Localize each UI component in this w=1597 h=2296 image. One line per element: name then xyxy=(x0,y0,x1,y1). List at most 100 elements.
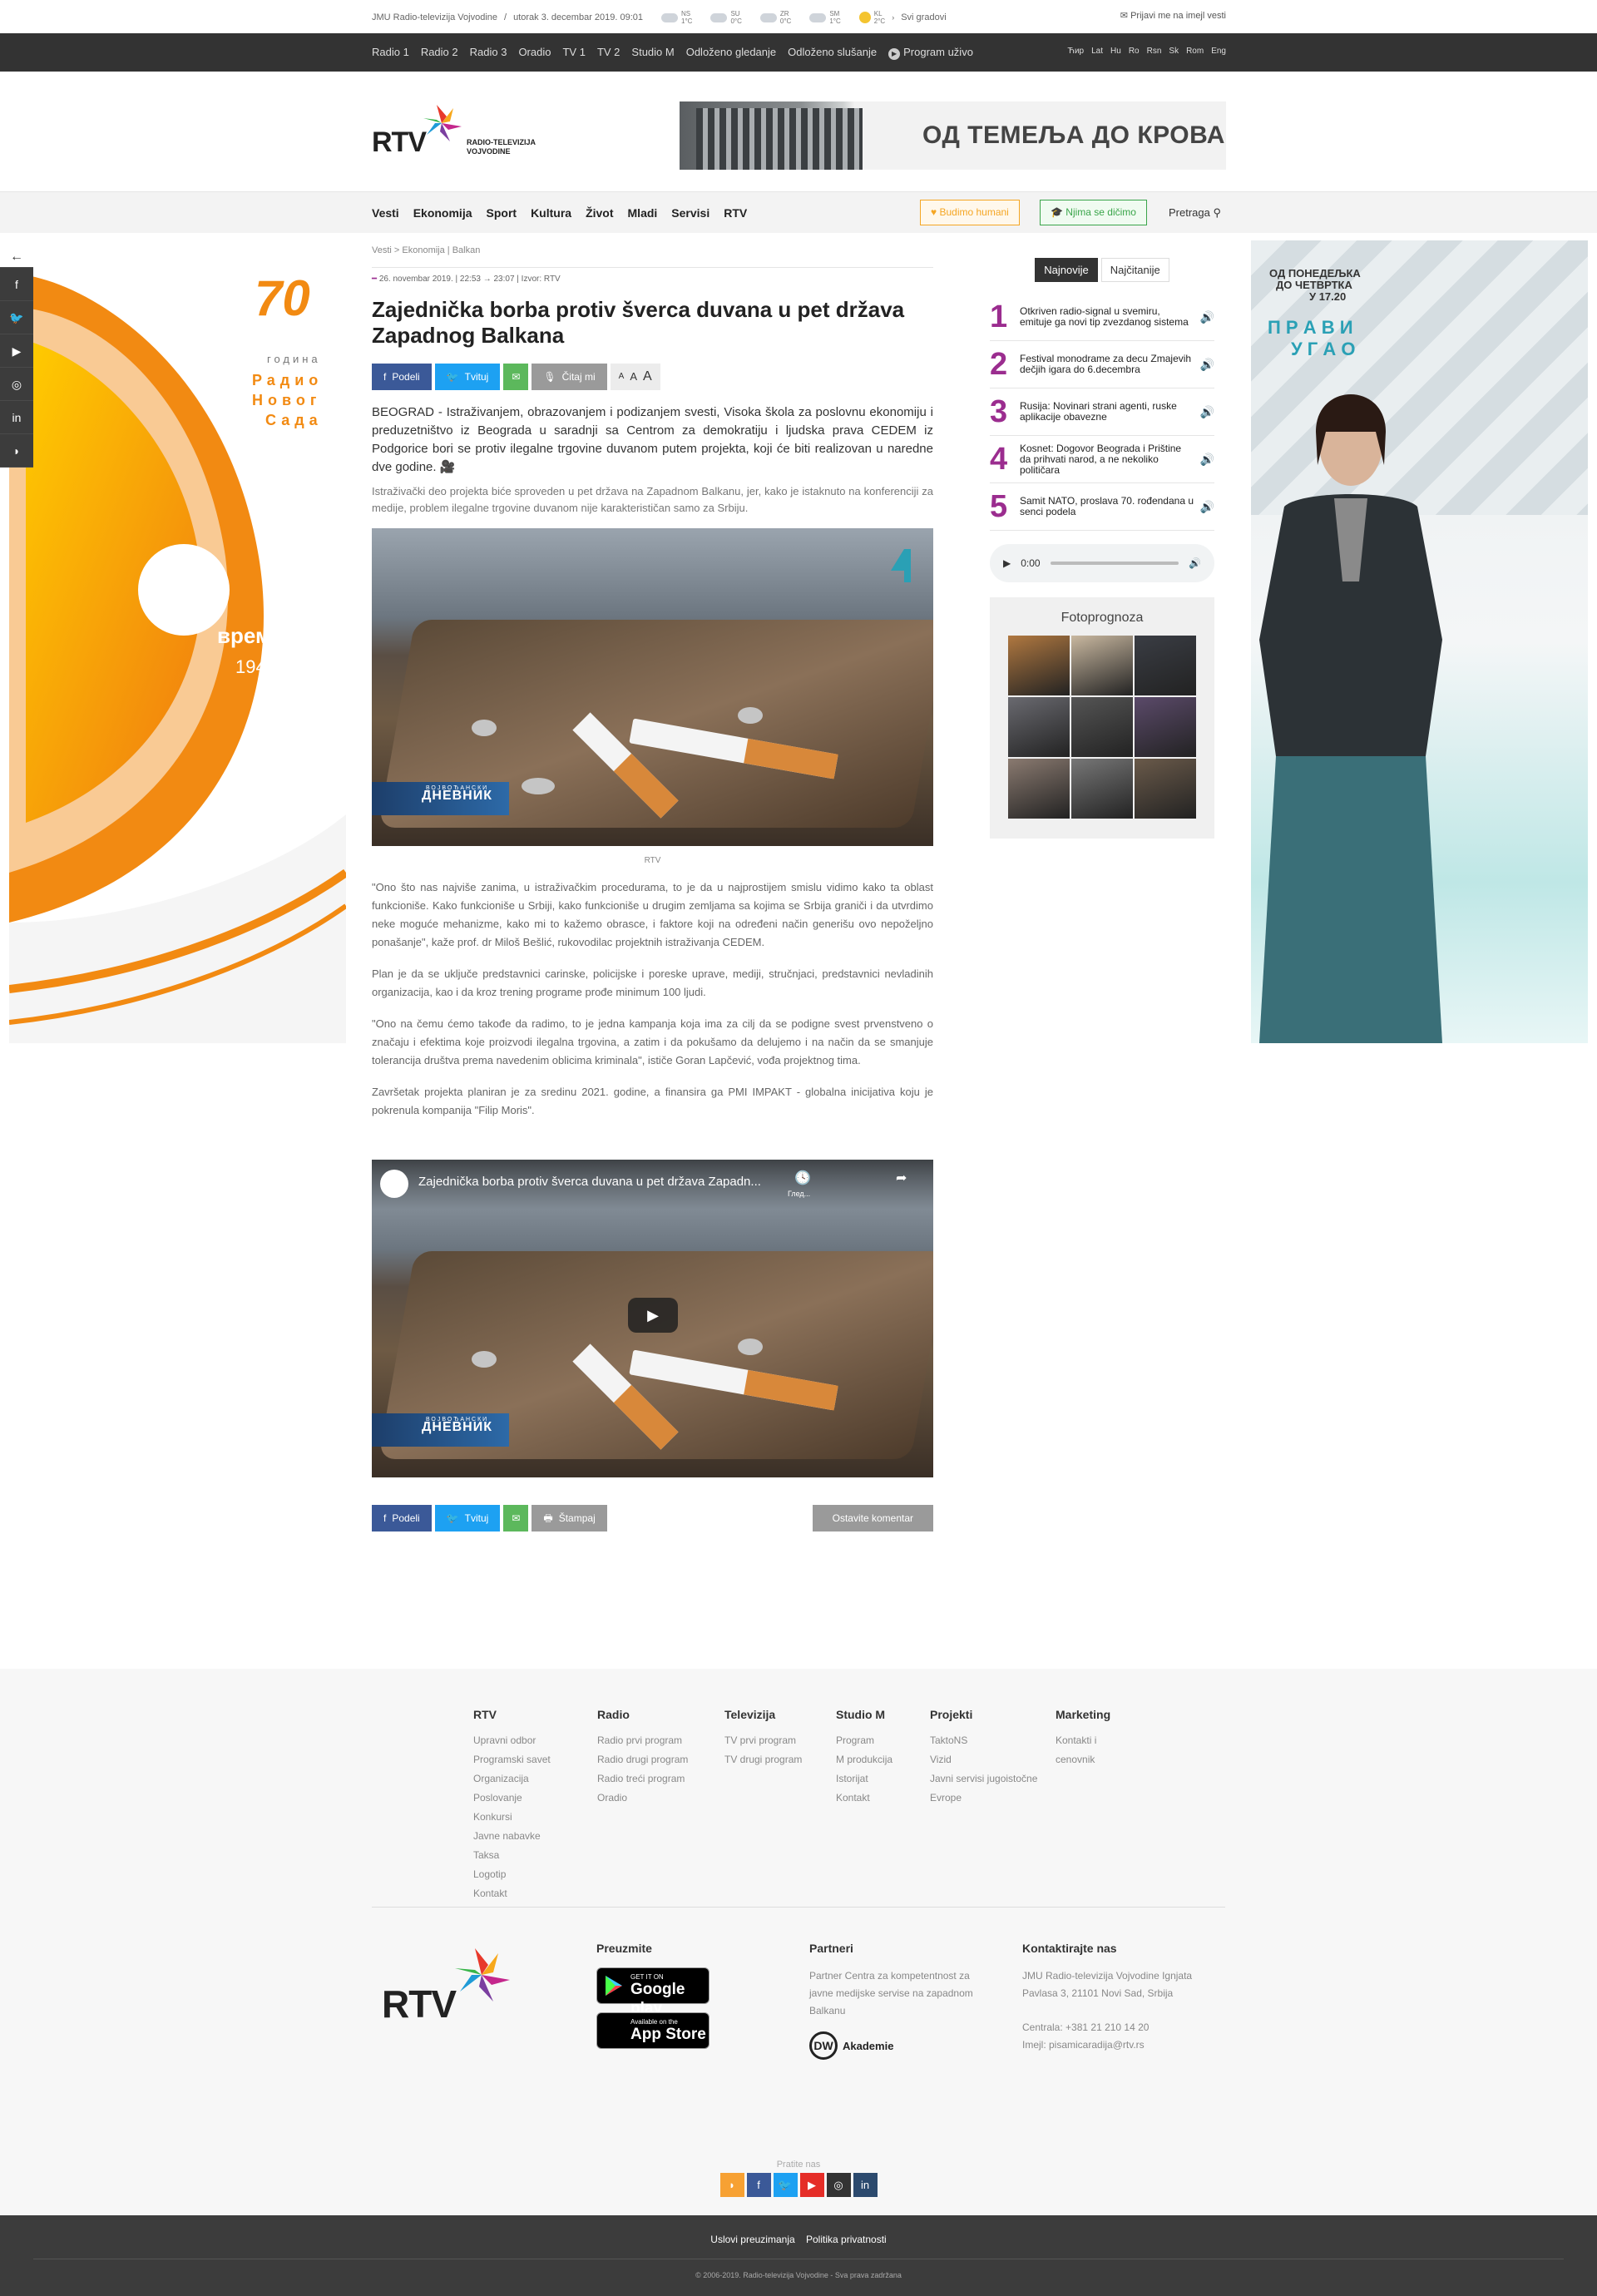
list-item[interactable]: 4 Kosnet: Dogovor Beograda i Prištine da … xyxy=(990,436,1214,483)
footer-link[interactable]: Istorijat xyxy=(836,1769,892,1789)
footer-link[interactable]: Radio prvi program xyxy=(597,1731,688,1750)
weather-ns[interactable]: NS 1°C xyxy=(661,10,692,25)
dw-akademie-logo[interactable]: DW Akademie xyxy=(809,2031,984,2060)
channel-avatar[interactable] xyxy=(380,1170,408,1198)
footer-link[interactable]: Program xyxy=(836,1731,892,1750)
footer-link[interactable]: Evrope xyxy=(930,1789,1037,1808)
facebook-share-button[interactable]: f Podeli xyxy=(372,364,432,390)
lang-sk[interactable]: Sk xyxy=(1169,47,1179,56)
footer-link[interactable]: Radio treći program xyxy=(597,1769,688,1789)
footer-link[interactable]: Radio drugi program xyxy=(597,1750,688,1769)
play-icon[interactable]: ▶ xyxy=(1003,557,1011,569)
lang-cyrillic[interactable]: Ћир xyxy=(1067,47,1084,56)
twitter-icon[interactable]: 🐦 xyxy=(0,301,33,334)
breadcrumb[interactable]: Vesti > Ekonomija | Balkan xyxy=(372,245,933,255)
footer-link[interactable]: Taksa xyxy=(473,1846,551,1865)
leave-comment-button[interactable]: Ostavite komentar xyxy=(812,1505,933,1531)
audio-progress-bar[interactable] xyxy=(1050,562,1179,565)
google-play-badge[interactable]: GET IT ON Google play xyxy=(596,1967,710,2017)
menu-mladi[interactable]: Mladi xyxy=(628,206,658,220)
footer-link[interactable]: cenovnik xyxy=(1056,1750,1110,1769)
speaker-icon[interactable]: 🔊 xyxy=(1194,453,1214,467)
print-button[interactable]: 🖶 Štampaj xyxy=(532,1505,607,1531)
email-share-button[interactable]: ✉ xyxy=(503,364,529,390)
lang-rsn[interactable]: Rsn xyxy=(1147,47,1162,56)
footer-link[interactable]: TV prvi program xyxy=(724,1731,802,1750)
menu-kultura[interactable]: Kultura xyxy=(531,206,571,220)
header-banner-ad[interactable]: ОД ТЕМЕЉА ДО КРОВА xyxy=(680,101,1226,170)
lang-ro[interactable]: Ro xyxy=(1129,47,1140,56)
menu-rtv[interactable]: RTV xyxy=(724,206,747,220)
facebook-icon[interactable]: f xyxy=(746,2173,771,2197)
contact-email[interactable]: Imejl: pisamicaradija@rtv.rs xyxy=(1022,2036,1205,2054)
weather-photo-thumbnail[interactable] xyxy=(1008,697,1070,757)
footer-link[interactable]: Javni servisi jugoistočne xyxy=(930,1769,1037,1789)
email-news-signup[interactable]: ✉ Prijavi me na imejl vesti xyxy=(1120,10,1226,21)
font-large[interactable]: A xyxy=(643,364,652,390)
list-item[interactable]: 5 Samit NATO, proslava 70. rođendana u se… xyxy=(990,483,1214,531)
read-aloud-button[interactable]: 🎙 Čitaj mi xyxy=(532,364,607,390)
menu-vesti[interactable]: Vesti xyxy=(372,206,399,220)
weather-photo-thumbnail[interactable] xyxy=(1071,636,1133,695)
footer-rtv-logo[interactable]: RTV xyxy=(382,1942,523,2026)
video-title[interactable]: Zajednička borba protiv šverca duvana u … xyxy=(372,1160,933,1210)
footer-link[interactable]: Oradio xyxy=(597,1789,688,1808)
twitter-share-button[interactable]: 🐦 Tvituj xyxy=(434,1505,501,1531)
menu-sport[interactable]: Sport xyxy=(487,206,517,220)
list-item[interactable]: 3 Rusija: Novinari strani agenti, ruske a… xyxy=(990,388,1214,436)
footer-link[interactable]: Organizacija xyxy=(473,1769,551,1789)
instagram-icon[interactable]: ◎ xyxy=(826,2173,851,2197)
lang-latin[interactable]: Lat xyxy=(1091,47,1103,56)
youtube-icon[interactable]: ▶ xyxy=(799,2173,824,2197)
youtube-video-player[interactable]: ВОЈВОЂАНСКИ ДНЕВНИК Zajednička borba prot… xyxy=(372,1160,933,1477)
nav-radio-3[interactable]: Radio 3 xyxy=(470,46,507,60)
youtube-icon[interactable]: ▶ xyxy=(0,334,33,368)
share-icon[interactable]: ➦ xyxy=(896,1170,907,1186)
weather-photo-thumbnail[interactable] xyxy=(1008,759,1070,819)
lang-hu[interactable]: Hu xyxy=(1110,47,1121,56)
footer-link[interactable]: TV drugi program xyxy=(724,1750,802,1769)
back-arrow-icon[interactable]: ← xyxy=(0,246,33,268)
footer-link[interactable]: Logotip xyxy=(473,1865,551,1884)
privacy-link[interactable]: Politika privatnosti xyxy=(806,2234,887,2245)
volume-icon[interactable]: 🔊 xyxy=(1189,557,1201,569)
speaker-icon[interactable]: 🔊 xyxy=(1194,358,1214,372)
rss-icon[interactable]: ◗ xyxy=(719,2173,744,2197)
footer-link[interactable]: Programski savet xyxy=(473,1750,551,1769)
weather-photo-thumbnail[interactable] xyxy=(1008,636,1070,695)
rtv-logo[interactable]: RTV RADIO-TELEVIZIJA VOJVODINE xyxy=(372,105,546,163)
speaker-icon[interactable]: 🔊 xyxy=(1194,500,1214,514)
footer-link[interactable]: Konkursi xyxy=(473,1808,551,1827)
lang-rom[interactable]: Rom xyxy=(1186,47,1204,56)
twitter-icon[interactable]: 🐦 xyxy=(773,2173,798,2197)
twitter-share-button[interactable]: 🐦 Tvituj xyxy=(434,364,501,390)
list-item[interactable]: 2 Festival monodrame za decu Zmajevih deč… xyxy=(990,341,1214,388)
nav-delayed-listening[interactable]: Odloženo slušanje xyxy=(788,46,877,60)
menu-ekonomija[interactable]: Ekonomija xyxy=(413,206,472,220)
search-button[interactable]: Pretraga ⚲ xyxy=(1169,206,1221,220)
footer-link[interactable]: M produkcija xyxy=(836,1750,892,1769)
nav-tv-2[interactable]: TV 2 xyxy=(597,46,620,60)
nav-tv-1[interactable]: TV 1 xyxy=(562,46,585,60)
nav-oradio[interactable]: Oradio xyxy=(518,46,551,60)
left-side-ad[interactable]: 70 година Радио Новог Сада Звук времена … xyxy=(9,240,346,1043)
tab-najcitanije[interactable]: Najčitanije xyxy=(1100,258,1169,282)
nav-live-program[interactable]: ▶ Program uživo xyxy=(888,46,973,60)
speaker-icon[interactable]: 🔊 xyxy=(1194,405,1214,419)
font-medium[interactable]: A xyxy=(630,364,637,390)
instagram-icon[interactable]: ◎ xyxy=(0,368,33,401)
linkedin-icon[interactable]: in xyxy=(853,2173,878,2197)
footer-link[interactable]: Kontakti i xyxy=(1056,1731,1110,1750)
weather-photo-thumbnail[interactable] xyxy=(1135,697,1196,757)
footer-link[interactable]: Kontakt xyxy=(836,1789,892,1808)
weather-photo-thumbnail[interactable] xyxy=(1071,759,1133,819)
article-photo[interactable]: ВОЈВОЂАНСКИ ДНЕВНИК xyxy=(372,528,933,846)
nav-delayed-watching[interactable]: Odloženo gledanje xyxy=(686,46,776,60)
email-share-button[interactable]: ✉ xyxy=(503,1505,529,1531)
rss-icon[interactable]: ◗ xyxy=(0,434,33,468)
list-item[interactable]: 1 Otkriven radio-signal u svemiru, emituj… xyxy=(990,294,1214,341)
tab-najnovije[interactable]: Najnovije xyxy=(1035,258,1098,282)
footer-link[interactable]: Javne nabavke xyxy=(473,1827,551,1846)
nav-studio-m[interactable]: Studio M xyxy=(631,46,674,60)
speaker-icon[interactable]: 🔊 xyxy=(1194,310,1214,324)
